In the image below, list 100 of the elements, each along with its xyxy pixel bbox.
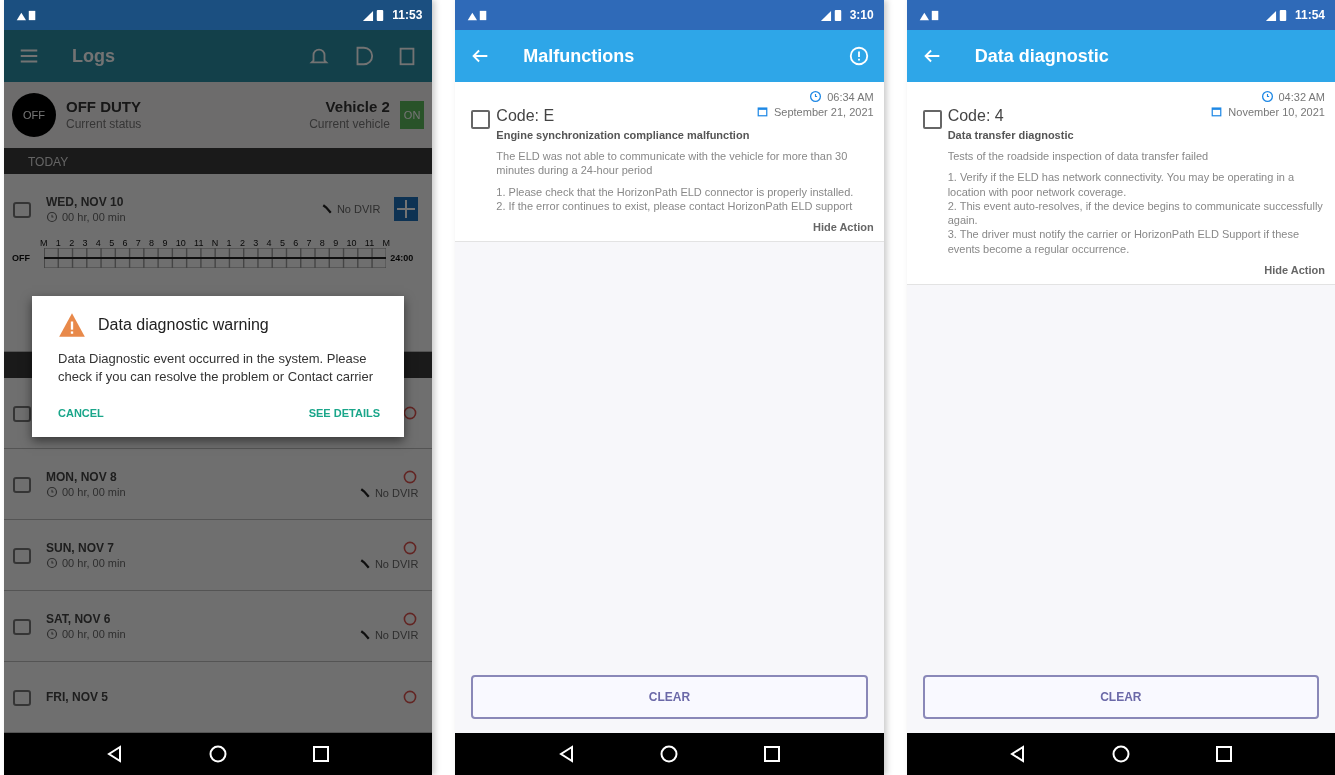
log-row[interactable]: MON, NOV 8 00 hr, 00 min No DVIR xyxy=(4,449,433,520)
hour-label: 8 xyxy=(319,238,325,249)
event-code: Code: E xyxy=(496,107,555,125)
calendar-icon xyxy=(12,687,32,707)
event-date: September 21, 2021 xyxy=(755,105,874,118)
hour-label: 2 xyxy=(69,238,75,249)
violation-icon xyxy=(402,611,419,627)
calendar-icon xyxy=(755,105,769,118)
clock-icon xyxy=(809,90,823,103)
action-step: 3. The driver must notify the carrier or HorizonPath ELD Support if these events become a regular occurrence. xyxy=(947,227,1325,257)
log-duration: 00 hr, 00 min xyxy=(62,557,126,569)
calendar-icon xyxy=(1210,105,1224,118)
clear-button[interactable]: CLEAR xyxy=(922,675,1319,719)
log-row[interactable]: SAT, NOV 6 00 hr, 00 min No DVIR xyxy=(4,591,433,662)
hour-label: 11 xyxy=(194,238,204,249)
hour-label: 6 xyxy=(293,238,299,249)
app-title: Data diagnostic xyxy=(974,45,1109,67)
clock-icon xyxy=(1260,90,1274,103)
calendar-icon xyxy=(12,403,32,423)
dvir-status: No DVIR xyxy=(336,203,381,216)
event-checkbox[interactable] xyxy=(922,110,942,129)
dvir-status: No DVIR xyxy=(374,558,419,570)
recent-apps-icon[interactable] xyxy=(1213,744,1234,764)
log-date: MON, NOV 8 xyxy=(46,470,118,484)
notification-icons xyxy=(14,8,38,22)
hour-label: 7 xyxy=(135,238,141,249)
hour-label: 7 xyxy=(306,238,312,249)
hour-label: 8 xyxy=(149,238,155,249)
action-step: 2. This event auto-resolves, if the device begins to communicate successfully again. xyxy=(947,198,1325,228)
hour-label: 3 xyxy=(253,238,259,249)
clear-button[interactable]: CLEAR xyxy=(471,675,868,719)
recent-apps-icon[interactable] xyxy=(762,744,783,764)
violation-icon xyxy=(402,405,419,421)
hour-label: N xyxy=(211,238,219,249)
event-checkbox[interactable] xyxy=(471,110,491,129)
log-duration: 00 hr, 00 min xyxy=(62,211,126,224)
app-title: Logs xyxy=(72,45,115,67)
hide-action-button[interactable]: Hide Action xyxy=(812,213,874,236)
status-time: 11:53 xyxy=(392,8,423,22)
clock-icon xyxy=(46,211,58,224)
hour-label: 10 xyxy=(346,238,357,249)
log-date: WED, NOV 10 xyxy=(46,195,125,210)
hour-label: 5 xyxy=(279,238,285,249)
vehicle-name: Vehicle 2 xyxy=(325,98,390,116)
duty-label: OFF xyxy=(12,253,31,264)
app-title: Malfunctions xyxy=(523,45,635,67)
hide-action-button[interactable]: Hide Action xyxy=(1264,256,1325,279)
dvir-status: No DVIR xyxy=(374,487,419,499)
warning-icon xyxy=(58,312,86,338)
duty-total: 24:00 xyxy=(390,253,415,264)
log-date: SUN, NOV 7 xyxy=(46,541,115,555)
hour-label: 4 xyxy=(266,238,272,249)
hour-label: 1 xyxy=(226,238,232,249)
log-duration: 00 hr, 00 min xyxy=(62,628,126,640)
clock-icon xyxy=(46,557,58,569)
hour-label: 9 xyxy=(333,238,339,249)
grid-icon[interactable] xyxy=(394,197,419,222)
hour-label: M xyxy=(382,238,390,249)
see-details-button[interactable]: SEE DETAILS xyxy=(308,403,380,424)
hour-label: 2 xyxy=(239,238,245,249)
duty-status: OFF DUTY xyxy=(66,98,142,116)
violation-icon xyxy=(402,689,419,705)
status-avatar: OFF xyxy=(12,92,56,137)
status-time: 3:10 xyxy=(849,8,874,22)
info-icon[interactable] xyxy=(847,45,870,67)
status-caption: Current status xyxy=(66,117,142,132)
hour-label: 5 xyxy=(109,238,115,249)
calendar-icon xyxy=(12,616,32,636)
cancel-button[interactable]: CANCEL xyxy=(58,403,104,424)
hour-label: 3 xyxy=(82,238,88,249)
vehicle-caption: Current vehicle xyxy=(309,117,390,132)
signal-battery-icon xyxy=(1264,8,1289,22)
action-step: 2. If the error continues to exist, please contact HorizonPath ELD support xyxy=(496,198,874,214)
event-description: Tests of the roadside inspection of data transfer failed xyxy=(947,149,1210,164)
recent-apps-icon[interactable] xyxy=(310,744,331,764)
home-icon[interactable] xyxy=(208,744,229,764)
event-name: Data transfer diagnostic xyxy=(947,129,1075,141)
log-row[interactable]: FRI, NOV 5 xyxy=(4,662,433,733)
dialog-title: Data diagnostic warning xyxy=(98,316,269,334)
calendar-icon xyxy=(12,474,32,494)
log-row[interactable]: SUN, NOV 7 00 hr, 00 min No DVIR xyxy=(4,520,433,591)
event-description: The ELD was not able to communicate with the vehicle for more than 30 minutes during a 24-hour period xyxy=(496,149,849,178)
calendar-icon xyxy=(12,545,32,565)
home-icon[interactable] xyxy=(1110,744,1131,764)
home-icon[interactable] xyxy=(659,744,680,764)
hour-label: 9 xyxy=(162,238,168,249)
event-time: 04:32 AM xyxy=(1260,90,1325,103)
event-date: November 10, 2021 xyxy=(1210,105,1325,118)
hour-label: 1 xyxy=(55,238,61,249)
hour-label: 10 xyxy=(175,238,186,249)
action-step: 1. Please check that the HorizonPath ELD connector is properly installed. xyxy=(496,184,874,199)
violation-icon xyxy=(402,540,419,556)
dvir-status: No DVIR xyxy=(374,629,419,641)
action-step: 1. Verify if the ELD has network connectivity. You may be operating in a location with poor network coverage. xyxy=(947,170,1325,199)
violation-icon xyxy=(402,469,419,485)
hour-label: 11 xyxy=(364,238,375,249)
calendar-icon xyxy=(12,199,32,220)
event-code: Code: 4 xyxy=(947,107,1004,125)
dialog-message: Data Diagnostic event occurred in the system. Please check if you can resolve the problem or Contact carrier xyxy=(58,350,375,386)
clock-icon xyxy=(46,628,58,640)
